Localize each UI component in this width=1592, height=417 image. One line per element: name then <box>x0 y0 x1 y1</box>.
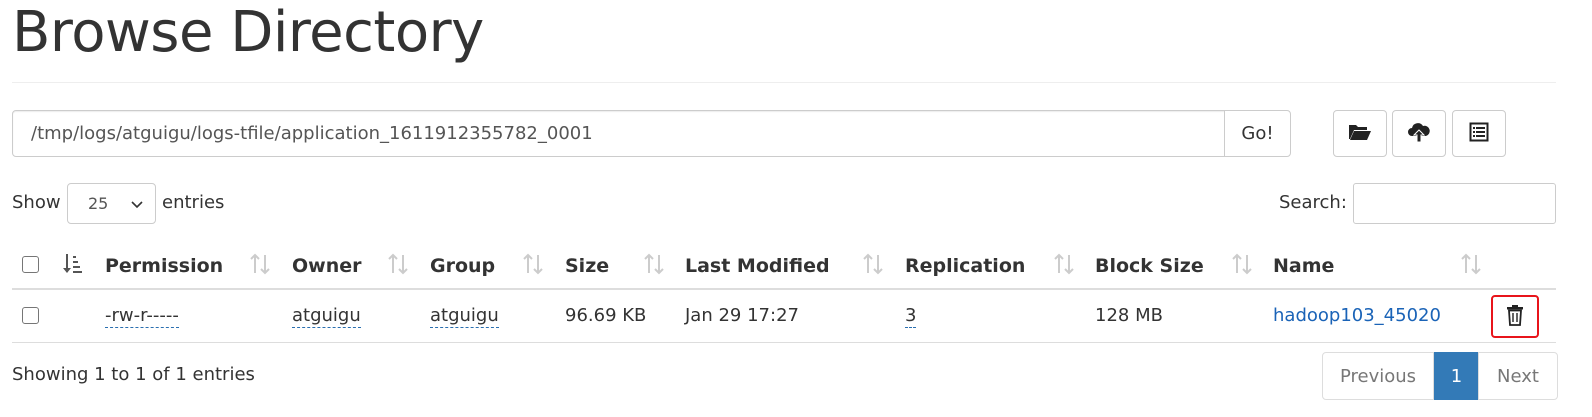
entries-per-page-value: 25 <box>88 194 109 213</box>
browse-directory-page: Browse Directory Go! Show <box>0 0 1592 417</box>
cell-replication[interactable]: 3 <box>905 296 917 336</box>
search-input[interactable] <box>1353 183 1556 224</box>
sort-both-icon[interactable] <box>863 252 883 276</box>
directory-path-input[interactable] <box>12 110 1226 157</box>
cut-paste-button[interactable] <box>1452 110 1506 157</box>
cell-last-modified: Jan 29 17:27 <box>685 305 799 326</box>
folder-open-icon <box>1348 122 1372 146</box>
sort-both-icon[interactable] <box>1232 252 1252 276</box>
sort-both-icon[interactable] <box>388 252 408 276</box>
cell-permission[interactable]: -rw-r----- <box>105 296 179 336</box>
pagination: Previous 1 Next <box>1322 352 1558 400</box>
page-title: Browse Directory <box>12 0 484 65</box>
column-header-name[interactable]: Name <box>1273 244 1334 288</box>
group-value[interactable]: atguigu <box>430 305 499 328</box>
column-header-permission[interactable]: Permission <box>105 244 223 288</box>
sort-both-icon[interactable] <box>523 252 543 276</box>
sort-both-icon[interactable] <box>250 252 270 276</box>
column-header-size[interactable]: Size <box>565 244 609 288</box>
column-header-owner[interactable]: Owner <box>292 244 362 288</box>
go-button[interactable]: Go! <box>1224 110 1291 157</box>
column-header-last-modified[interactable]: Last Modified <box>685 244 830 288</box>
cell-block-size: 128 MB <box>1095 305 1163 326</box>
chevron-down-icon <box>131 194 143 213</box>
owner-value[interactable]: atguigu <box>292 305 361 328</box>
row-select-checkbox[interactable] <box>22 307 39 324</box>
create-directory-button[interactable] <box>1333 110 1387 157</box>
permission-value[interactable]: -rw-r----- <box>105 305 179 328</box>
sort-ascending-icon[interactable] <box>63 252 83 276</box>
title-divider <box>12 82 1556 83</box>
delete-button[interactable] <box>1491 295 1539 338</box>
sort-both-icon[interactable] <box>644 252 664 276</box>
table-info: Showing 1 to 1 of 1 entries <box>12 364 255 385</box>
sort-both-icon[interactable] <box>1054 252 1074 276</box>
cell-size: 96.69 KB <box>565 305 647 326</box>
replication-value[interactable]: 3 <box>905 305 917 328</box>
column-header-group[interactable]: Group <box>430 244 495 288</box>
column-header-replication[interactable]: Replication <box>905 244 1025 288</box>
next-page-button[interactable]: Next <box>1478 352 1558 400</box>
column-header-block-size[interactable]: Block Size <box>1095 244 1204 288</box>
page-button-1[interactable]: 1 <box>1434 352 1479 400</box>
entries-label: entries <box>162 192 225 213</box>
select-all-checkbox[interactable] <box>22 256 39 273</box>
show-label: Show <box>12 192 61 213</box>
upload-files-button[interactable] <box>1392 110 1446 157</box>
cloud-upload-icon <box>1407 121 1431 147</box>
table-row-divider <box>12 342 1556 343</box>
entries-per-page-select[interactable]: 25 <box>67 183 156 224</box>
sort-both-icon[interactable] <box>1461 252 1481 276</box>
search-label: Search: <box>1279 192 1347 213</box>
cell-owner[interactable]: atguigu <box>292 296 361 336</box>
cell-group[interactable]: atguigu <box>430 296 499 336</box>
table-header-divider <box>12 288 1556 290</box>
file-name-link[interactable]: hadoop103_45020 <box>1273 296 1441 336</box>
trash-icon <box>1506 304 1524 330</box>
list-alt-icon <box>1469 122 1489 146</box>
previous-page-button[interactable]: Previous <box>1322 352 1434 400</box>
